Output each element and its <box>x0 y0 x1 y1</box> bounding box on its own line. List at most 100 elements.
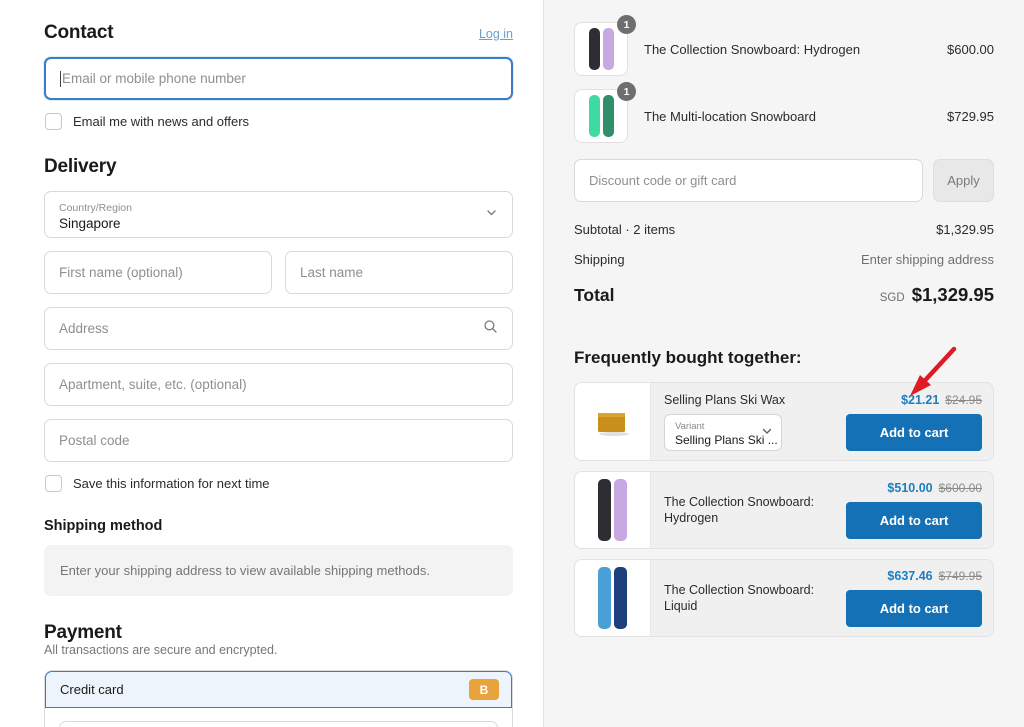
board-shape <box>603 28 614 70</box>
newsletter-checkbox[interactable] <box>45 113 62 130</box>
text-caret <box>60 71 61 87</box>
login-link[interactable]: Log in <box>479 27 513 41</box>
last-name-placeholder: Last name <box>300 265 363 280</box>
recommendation-name: Selling Plans Ski Wax <box>664 392 836 408</box>
cart-item: 1 The Collection Snowboard: Hydrogen $60… <box>574 22 994 76</box>
recommendation-name: The Collection Snowboard: Hydrogen <box>664 494 836 526</box>
recommendation-card: The Collection Snowboard: Hydrogen $510.… <box>574 471 994 549</box>
variant-label: Variant <box>675 421 773 433</box>
add-to-cart-button[interactable]: Add to cart <box>846 414 982 451</box>
add-to-cart-button[interactable]: Add to cart <box>846 502 982 539</box>
contact-title: Contact <box>44 22 113 44</box>
contact-header: Contact Log in <box>44 22 513 44</box>
recommendation-right: $510.00 $600.00 Add to cart <box>846 481 982 539</box>
recommendation-name: The Collection Snowboard: Liquid <box>664 582 836 614</box>
cart-item-name: The Multi-location Snowboard <box>644 109 931 124</box>
variant-select[interactable]: Variant Selling Plans Ski ... <box>664 414 782 451</box>
credit-card-option[interactable]: Credit card B <box>44 670 513 709</box>
shipping-method-title: Shipping method <box>44 518 513 534</box>
country-select[interactable]: Country/Region Singapore <box>44 191 513 238</box>
recommendation-left: The Collection Snowboard: Hydrogen <box>664 494 836 526</box>
postal-code-placeholder: Postal code <box>59 433 130 448</box>
sale-price: $510.00 <box>887 481 932 495</box>
cart-item-thumb-wrap: 1 <box>574 89 628 143</box>
total-label: Total <box>574 285 615 306</box>
order-summary-column: 1 The Collection Snowboard: Hydrogen $60… <box>543 0 1024 727</box>
apartment-field[interactable]: Apartment, suite, etc. (optional) <box>44 363 513 406</box>
chevron-down-icon <box>761 424 773 442</box>
chevron-down-icon <box>485 206 498 224</box>
price-line: $510.00 $600.00 <box>887 481 982 495</box>
frequently-bought-title: Frequently bought together: <box>574 348 994 368</box>
shipping-label: Shipping <box>574 252 625 267</box>
name-row: First name (optional) Last name <box>44 251 513 307</box>
original-price: $24.95 <box>945 393 982 407</box>
board-shape <box>589 95 600 137</box>
recommendation-body: The Collection Snowboard: Liquid $637.46… <box>651 560 993 636</box>
cart-item: 1 The Multi-location Snowboard $729.95 <box>574 89 994 143</box>
currency-code: SGD <box>880 292 905 304</box>
recommendation-right: $637.46 $749.95 Add to cart <box>846 569 982 627</box>
shipping-value: Enter shipping address <box>861 252 994 267</box>
search-icon[interactable] <box>483 319 498 339</box>
first-name-placeholder: First name (optional) <box>59 265 183 280</box>
discount-row: Discount code or gift card Apply <box>574 159 994 202</box>
recommendation-card: The Collection Snowboard: Liquid $637.46… <box>574 559 994 637</box>
total-amount-group: SGD $1,329.95 <box>880 284 994 306</box>
save-info-label: Save this information for next time <box>73 476 270 491</box>
country-label: Country/Region <box>59 202 132 215</box>
checkout-page: Contact Log in Email or mobile phone num… <box>0 0 1024 727</box>
first-name-field[interactable]: First name (optional) <box>44 251 272 294</box>
credit-card-label: Credit card <box>60 682 124 697</box>
bogus-gateway-badge: B <box>469 679 499 700</box>
delivery-title: Delivery <box>44 156 513 178</box>
discount-code-input[interactable]: Discount code or gift card <box>574 159 923 202</box>
board-shape <box>598 479 611 541</box>
address-placeholder: Address <box>59 321 109 336</box>
apply-discount-button[interactable]: Apply <box>933 159 994 202</box>
sale-price: $21.21 <box>901 393 939 407</box>
payment-subtitle: All transactions are secure and encrypte… <box>44 643 513 657</box>
subtotal-value: $1,329.95 <box>936 222 994 237</box>
last-name-field[interactable]: Last name <box>285 251 513 294</box>
checkout-form-column: Contact Log in Email or mobile phone num… <box>0 0 543 727</box>
price-line: $637.46 $749.95 <box>887 569 982 583</box>
cart-item-thumb-wrap: 1 <box>574 22 628 76</box>
recommendation-card: Selling Plans Ski Wax Variant Selling Pl… <box>574 382 994 461</box>
card-number-field[interactable]: Card number <box>59 721 498 727</box>
email-field[interactable]: Email or mobile phone number <box>44 57 513 100</box>
product-thumbnail-wax <box>575 383 651 460</box>
credit-card-body: Card number <box>45 708 512 727</box>
apartment-placeholder: Apartment, suite, etc. (optional) <box>59 377 247 392</box>
cart-item-price: $600.00 <box>947 42 994 57</box>
total-row: Total SGD $1,329.95 <box>574 284 994 306</box>
postal-code-field[interactable]: Postal code <box>44 419 513 462</box>
cart-items-list: 1 The Collection Snowboard: Hydrogen $60… <box>574 22 994 143</box>
total-value: $1,329.95 <box>912 284 994 306</box>
payment-method-group: Credit card B Card number <box>44 670 513 727</box>
newsletter-checkbox-row[interactable]: Email me with news and offers <box>45 113 513 130</box>
country-value: Singapore <box>59 215 121 232</box>
board-shape <box>589 28 600 70</box>
recommendation-body: Selling Plans Ski Wax Variant Selling Pl… <box>651 383 993 460</box>
original-price: $749.95 <box>939 569 982 583</box>
board-shape <box>603 95 614 137</box>
email-placeholder: Email or mobile phone number <box>62 71 246 86</box>
cart-item-price: $729.95 <box>947 109 994 124</box>
quantity-badge: 1 <box>617 82 636 101</box>
save-info-checkbox[interactable] <box>45 475 62 492</box>
newsletter-label: Email me with news and offers <box>73 114 249 129</box>
cart-item-name: The Collection Snowboard: Hydrogen <box>644 42 931 57</box>
add-to-cart-button[interactable]: Add to cart <box>846 590 982 627</box>
product-thumbnail-board <box>575 560 651 636</box>
shipping-method-notice: Enter your shipping address to view avai… <box>44 545 513 596</box>
quantity-badge: 1 <box>617 15 636 34</box>
save-info-checkbox-row[interactable]: Save this information for next time <box>45 475 513 492</box>
recommendation-left: Selling Plans Ski Wax Variant Selling Pl… <box>664 392 836 451</box>
price-line: $21.21 $24.95 <box>901 393 982 407</box>
board-shape <box>598 567 611 629</box>
sale-price: $637.46 <box>887 569 932 583</box>
address-field[interactable]: Address <box>44 307 513 350</box>
variant-value: Selling Plans Ski ... <box>675 433 773 448</box>
shipping-row: Shipping Enter shipping address <box>574 252 994 267</box>
